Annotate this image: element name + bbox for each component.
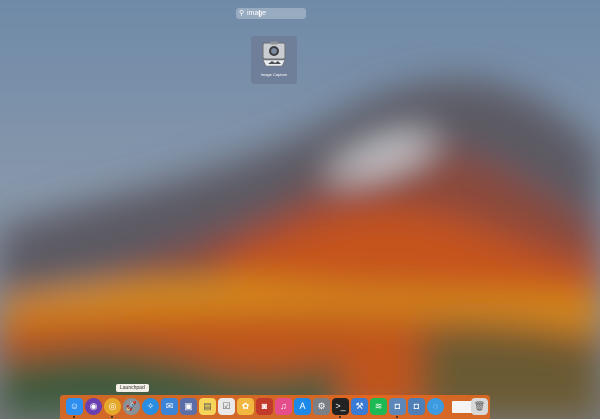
xcode-icon[interactable]: ⚒ bbox=[351, 398, 368, 415]
mail-glyph: ✉ bbox=[165, 401, 174, 411]
spotify-icon[interactable]: ≋ bbox=[370, 398, 387, 415]
screenshot-glyph: ◘ bbox=[413, 401, 420, 411]
desktop-wallpaper bbox=[0, 0, 600, 419]
running-indicator bbox=[339, 416, 341, 418]
finder-glyph: ☺ bbox=[69, 401, 80, 411]
safari-glyph: ✧ bbox=[146, 401, 155, 411]
search-query: image bbox=[247, 10, 267, 17]
siri-glyph: ◉ bbox=[89, 401, 98, 411]
finder-icon[interactable]: ☺ bbox=[66, 398, 83, 415]
magnifier-icon: ⚲ bbox=[239, 10, 245, 17]
running-indicator bbox=[396, 416, 398, 418]
itunes-icon[interactable]: ♫ bbox=[275, 398, 292, 415]
trash-icon[interactable]: 🗑 bbox=[471, 398, 488, 415]
image-capture-icon bbox=[262, 41, 286, 67]
notes-glyph: ▤ bbox=[203, 401, 212, 411]
network-glyph: ◌ bbox=[432, 401, 439, 411]
photo-booth-icon[interactable]: ◙ bbox=[256, 398, 273, 415]
system-preferences-icon[interactable]: ⚙ bbox=[313, 398, 330, 415]
photos-glyph: ✿ bbox=[241, 401, 250, 411]
app-tile-image-capture[interactable]: Image Capture bbox=[251, 36, 297, 84]
terminal-icon[interactable]: >_ bbox=[332, 398, 349, 415]
dock-tooltip: Launchpad bbox=[116, 384, 149, 392]
image-capture-icon[interactable]: ◘ bbox=[389, 398, 406, 415]
chrome-icon[interactable]: ◎ bbox=[104, 398, 121, 415]
notes-icon[interactable]: ▤ bbox=[199, 398, 216, 415]
image-capture-glyph: ◘ bbox=[394, 401, 401, 411]
reminders-glyph: ☑ bbox=[222, 401, 231, 411]
mail-icon[interactable]: ✉ bbox=[161, 398, 178, 415]
text-caret bbox=[259, 10, 260, 17]
launchpad-search-field[interactable]: ⚲ image bbox=[236, 8, 306, 19]
siri-icon[interactable]: ◉ bbox=[85, 398, 102, 415]
network-icon[interactable]: ◌ bbox=[427, 398, 444, 415]
app-store-glyph: A bbox=[299, 401, 306, 411]
spotify-glyph: ≋ bbox=[374, 401, 383, 411]
running-indicator bbox=[111, 416, 113, 418]
screenshot-icon[interactable]: ◘ bbox=[408, 398, 425, 415]
chrome-glyph: ◎ bbox=[108, 401, 117, 411]
xcode-glyph: ⚒ bbox=[355, 401, 364, 411]
app-tile-label: Image Capture bbox=[260, 72, 288, 77]
app-store-icon[interactable]: A bbox=[294, 398, 311, 415]
running-indicator bbox=[73, 416, 75, 418]
launchpad-icon[interactable]: 🚀 bbox=[123, 398, 140, 415]
safari-icon[interactable]: ✧ bbox=[142, 398, 159, 415]
terminal-glyph: >_ bbox=[335, 401, 346, 411]
photo-booth-glyph: ◙ bbox=[261, 401, 268, 411]
trash-glyph: 🗑 bbox=[473, 401, 486, 411]
photos-icon[interactable]: ✿ bbox=[237, 398, 254, 415]
preview-icon[interactable]: ▣ bbox=[180, 398, 197, 415]
itunes-glyph: ♫ bbox=[280, 401, 287, 411]
system-preferences-glyph: ⚙ bbox=[317, 401, 326, 411]
dock: ☺ ◉ ◎ 🚀 ✧ ✉ ▣ ▤ ☑ ✿ ◙ ♫ A ⚙ >_ ⚒ ≋ ◘ ◘ ◌ 🗑 bbox=[60, 395, 490, 419]
reminders-icon[interactable]: ☑ bbox=[218, 398, 235, 415]
preview-glyph: ▣ bbox=[184, 401, 193, 411]
launchpad-glyph: 🚀 bbox=[125, 401, 138, 411]
